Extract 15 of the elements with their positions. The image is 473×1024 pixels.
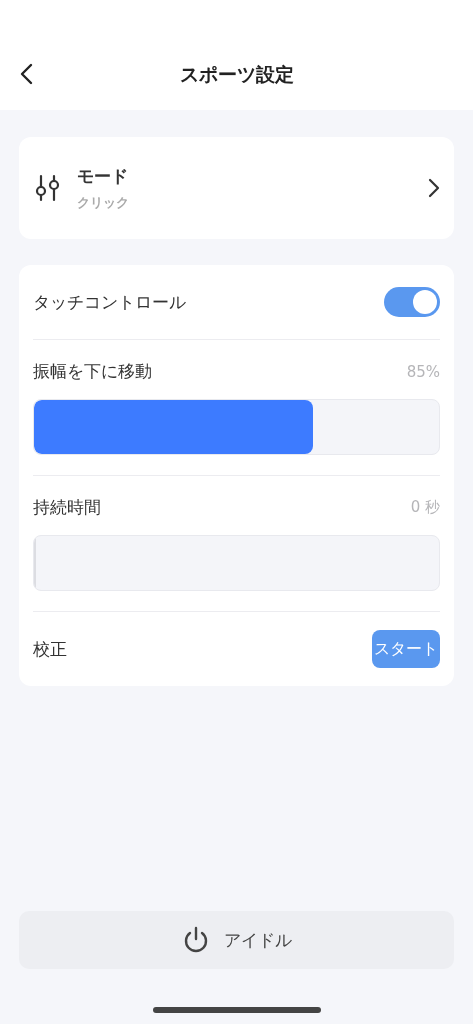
setting-label: 持続時間	[33, 496, 101, 519]
chevron-right-icon	[428, 178, 440, 198]
page-title: スポーツ設定	[179, 62, 294, 86]
idle-button[interactable]: アイドル	[19, 911, 454, 969]
slider-value: 0 秒	[410, 498, 440, 517]
slider-track[interactable]	[33, 535, 440, 591]
slider-track[interactable]	[33, 399, 440, 455]
mode-card[interactable]: モード クリック	[19, 137, 454, 239]
setting-label: 校正	[33, 637, 67, 661]
mode-title: モード	[77, 164, 129, 188]
mode-value: クリック	[77, 193, 130, 212]
setting-label: 振幅を下に移動	[33, 360, 152, 383]
slider-value: 85%	[406, 362, 440, 381]
setting-label: タッチコントロール	[33, 290, 186, 314]
toggle-switch[interactable]	[384, 287, 440, 317]
